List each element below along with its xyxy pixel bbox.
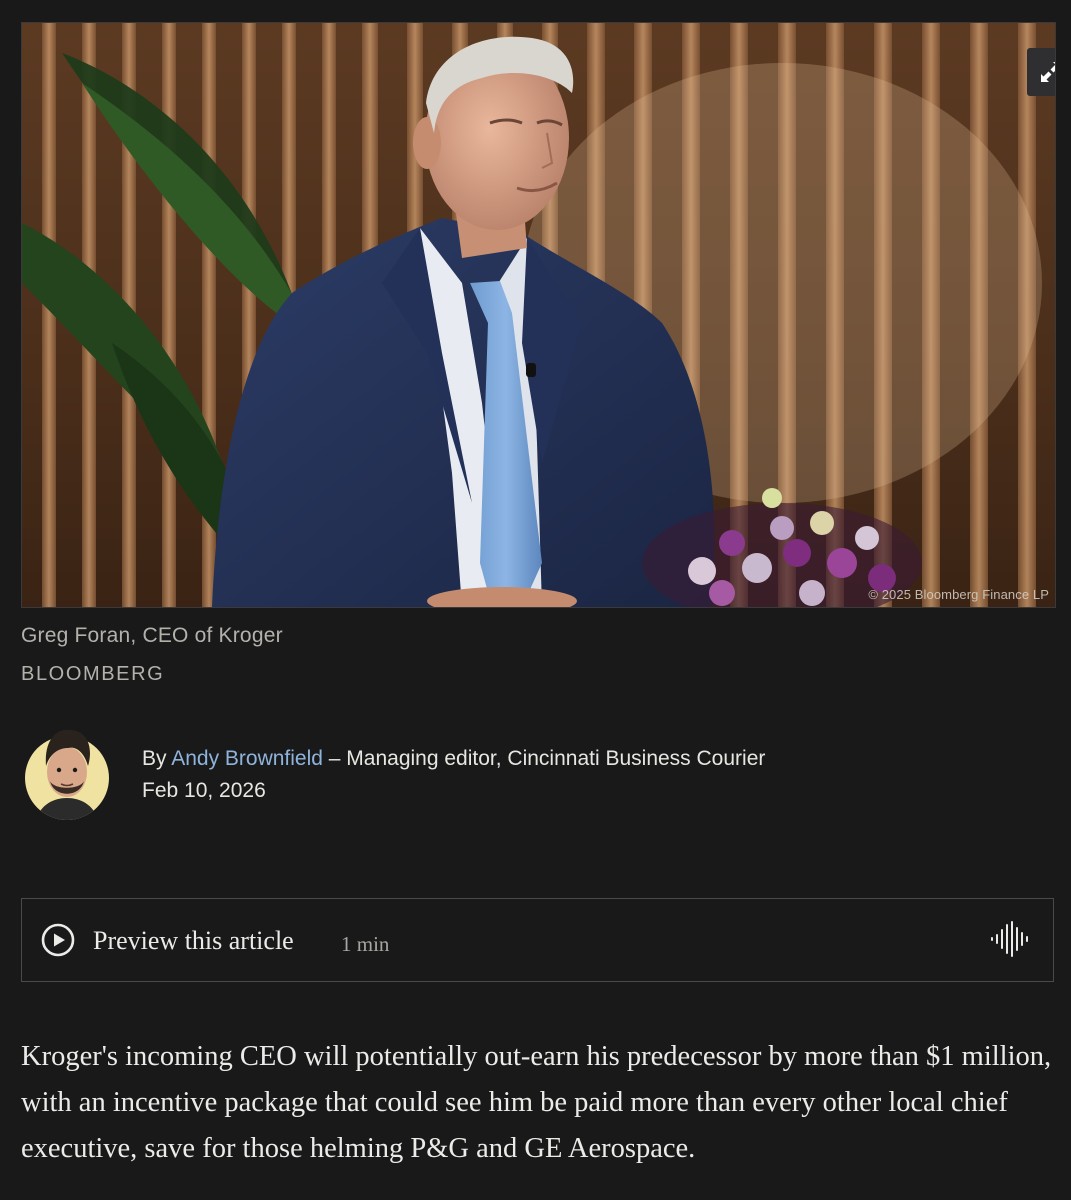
hero-image bbox=[22, 23, 1055, 607]
byline-prefix: By bbox=[142, 747, 167, 770]
photo-credit: © 2025 Bloomberg Finance LP bbox=[868, 587, 1049, 602]
author-headshot bbox=[25, 729, 109, 820]
hero-photo: © 2025 Bloomberg Finance LP bbox=[21, 22, 1056, 608]
author-role: – Managing editor, Cincinnati Business C… bbox=[328, 747, 766, 770]
photo-source: BLOOMBERG bbox=[21, 663, 165, 685]
expand-image-button[interactable] bbox=[1027, 48, 1055, 96]
article-lead-paragraph: Kroger's incoming CEO will potentially o… bbox=[21, 1041, 1052, 1164]
publish-date: Feb 10, 2026 bbox=[142, 779, 266, 802]
play-icon bbox=[41, 923, 75, 957]
photo-caption: Greg Foran, CEO of Kroger bbox=[21, 624, 283, 647]
preview-duration: 1 min bbox=[341, 932, 390, 956]
byline: By Andy Brownfield – Managing editor, Ci… bbox=[142, 743, 765, 807]
byline-author-line: By Andy Brownfield – Managing editor, Ci… bbox=[142, 743, 765, 775]
preview-label: Preview this article bbox=[93, 926, 294, 955]
preview-article-button[interactable]: Preview this article 1 min bbox=[21, 898, 1054, 982]
waveform-icon bbox=[991, 921, 1028, 957]
expand-arrows-icon bbox=[1041, 62, 1055, 82]
author-avatar[interactable] bbox=[24, 726, 110, 821]
author-link[interactable]: Andy Brownfield bbox=[171, 747, 323, 770]
